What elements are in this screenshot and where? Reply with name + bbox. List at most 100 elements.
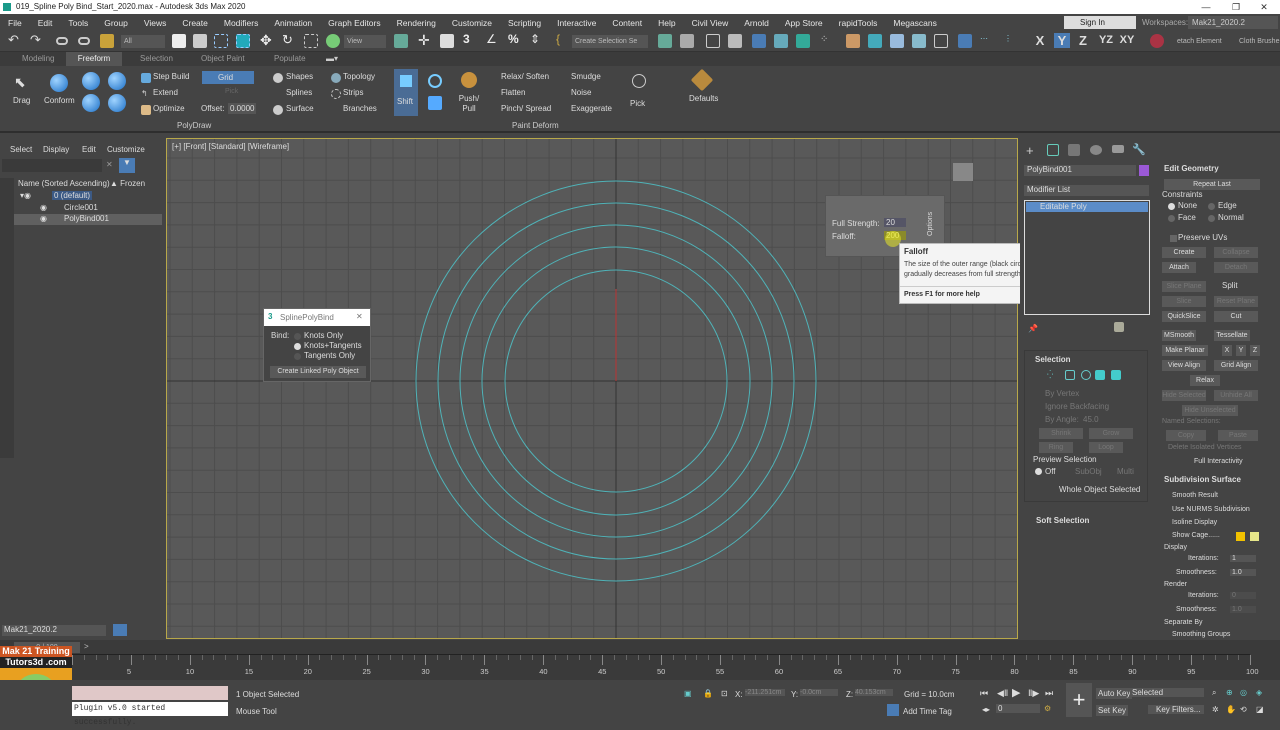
split-checkbox[interactable]: Split	[1222, 281, 1238, 290]
constraint-none-radio[interactable]	[1168, 203, 1175, 210]
restore-button[interactable]: ❐	[1222, 0, 1250, 14]
push-pull-button[interactable]: Push/ Pull	[458, 94, 480, 114]
menu-rendering[interactable]: Rendering	[389, 18, 444, 28]
constraint-normal-radio[interactable]	[1208, 215, 1215, 222]
selection-lock-icon[interactable]: 🔒	[703, 689, 713, 698]
key-filters-button[interactable]: Key Filters...	[1148, 705, 1204, 714]
next-frame-icon[interactable]: Ⅱ▶	[1028, 688, 1039, 699]
layer-explorer-icon[interactable]	[728, 34, 742, 48]
radio-knots-only[interactable]	[294, 333, 301, 340]
slice-plane-button[interactable]: Slice Plane	[1162, 281, 1206, 292]
preserve-uvs-checkbox[interactable]	[1170, 235, 1177, 242]
current-frame-field[interactable]: 0	[996, 704, 1040, 713]
unhide-all-button[interactable]: Unhide All	[1214, 390, 1258, 401]
slice-button[interactable]: Slice	[1162, 296, 1206, 307]
conform-relax-icon[interactable]	[108, 94, 126, 112]
brush-rotate-icon[interactable]	[428, 74, 442, 88]
keyboard-shortcut-icon[interactable]	[440, 34, 454, 48]
align-icon[interactable]	[680, 34, 694, 48]
menu-app-store[interactable]: App Store	[777, 18, 831, 28]
render-frame-icon[interactable]	[890, 34, 904, 48]
branches-button[interactable]: Branches	[343, 104, 377, 113]
reference-coord-dropdown[interactable]: View	[344, 35, 386, 48]
hierarchy-tab-icon[interactable]	[1068, 144, 1080, 156]
y-coordinate-field[interactable]: -0.0cm	[800, 689, 838, 696]
menu-group[interactable]: Group	[96, 18, 136, 28]
modify-tab-icon[interactable]	[1047, 144, 1059, 156]
full-interactivity-checkbox[interactable]: Full Interactivity	[1194, 458, 1243, 465]
tab-modeling[interactable]: Modeling	[22, 54, 54, 63]
scene-explorer-icon[interactable]	[706, 34, 720, 48]
ribbon-options-icon[interactable]: ▬▾	[326, 54, 338, 63]
axis-x-button[interactable]: X	[1032, 33, 1048, 48]
previous-frame-icon[interactable]: ◀Ⅱ	[997, 688, 1008, 699]
scale-icon[interactable]	[304, 34, 318, 48]
current-layer-dropdown[interactable]: Mak21_2020.2	[2, 625, 106, 636]
zoom-icon[interactable]: ⌕	[1212, 688, 1216, 698]
relax-button[interactable]: Relax	[1190, 375, 1220, 386]
expand-icon[interactable]: ▾◉	[20, 191, 31, 200]
tab-populate[interactable]: Populate	[274, 54, 306, 63]
zoom-extents-icon[interactable]: ◎	[1240, 688, 1247, 697]
element-icon[interactable]	[1111, 370, 1121, 380]
menu-arnold[interactable]: Arnold	[736, 18, 777, 28]
explorer-menu-customize[interactable]: Customize	[107, 145, 145, 154]
isolate-selection-icon[interactable]: ▣	[684, 689, 692, 698]
view-align-button[interactable]: View Align	[1162, 360, 1206, 371]
configure-sets-icon[interactable]	[1114, 322, 1124, 332]
hide-selected-button[interactable]: Hide Selected	[1162, 390, 1206, 401]
time-config-icon[interactable]: ⚙	[1044, 704, 1051, 713]
quickslice-button[interactable]: QuickSlice	[1162, 311, 1206, 322]
splines-button[interactable]: Splines	[286, 88, 312, 97]
timeline[interactable]: 0 / 100 > 510152025303540455055606570758…	[0, 640, 1280, 680]
menu-rapidtools[interactable]: rapidTools	[831, 18, 886, 28]
curve-editor-icon[interactable]	[774, 34, 788, 48]
brush-scale-icon[interactable]	[428, 96, 442, 110]
surface-button[interactable]: Surface	[286, 104, 314, 113]
render-setup-icon[interactable]	[868, 34, 882, 48]
z-coordinate-field[interactable]: 40.153cm	[855, 689, 893, 696]
dialog-close-button[interactable]: ✕	[356, 312, 363, 321]
key-mode-icon[interactable]: ◂▸	[982, 705, 990, 714]
axis-y-button[interactable]: Y	[1054, 33, 1070, 48]
detach-element-button[interactable]: etach Element	[1174, 35, 1230, 48]
angle-snap-icon[interactable]: ∠	[486, 32, 500, 46]
visibility-icon[interactable]: ◉	[40, 214, 47, 223]
ring-button[interactable]: Ring	[1039, 442, 1073, 453]
polygon-icon[interactable]	[1095, 370, 1105, 380]
add-time-tag-button[interactable]: Add Time Tag	[903, 707, 952, 716]
menu-graph-editors[interactable]: Graph Editors	[320, 18, 388, 28]
clear-search-icon[interactable]: ✕	[106, 160, 113, 169]
time-slider-next-icon[interactable]: >	[84, 642, 89, 651]
link-icon[interactable]	[56, 37, 68, 45]
offset-spinner[interactable]: 0.0000	[228, 103, 257, 114]
fov-icon[interactable]: ✲	[1212, 705, 1219, 714]
ignore-backfacing-checkbox[interactable]: Ignore Backfacing	[1045, 402, 1109, 411]
smoothing-groups-checkbox[interactable]: Smoothing Groups	[1172, 631, 1230, 638]
flatten-button[interactable]: Flatten	[501, 88, 525, 97]
show-cage-checkbox[interactable]: Show Cage......	[1172, 532, 1220, 539]
menu-civil-view[interactable]: Civil View	[684, 18, 737, 28]
step-build-button[interactable]: Step Build	[153, 72, 189, 81]
pinch-spread-button[interactable]: Pinch/ Spread	[501, 104, 551, 113]
loop-button[interactable]: Loop	[1089, 442, 1123, 453]
visibility-icon[interactable]: ◉	[40, 203, 47, 212]
viewport-label[interactable]: [+] [Front] [Standard] [Wireframe]	[172, 142, 289, 151]
column-header-name[interactable]: Name (Sorted Ascending)	[18, 179, 110, 188]
object-name-field[interactable]: PolyBind001	[1024, 165, 1136, 176]
named-selection-set-dropdown[interactable]: Create Selection Se	[572, 35, 648, 48]
repeat-last-button[interactable]: Repeat Last	[1164, 179, 1260, 190]
preview-off-radio[interactable]	[1035, 468, 1042, 475]
edge-icon[interactable]	[1065, 370, 1075, 380]
detach-button[interactable]: Detach	[1214, 262, 1258, 273]
explorer-menu-edit[interactable]: Edit	[82, 145, 96, 154]
menu-content[interactable]: Content	[604, 18, 650, 28]
axis-yz-button[interactable]: YZ	[1096, 34, 1116, 46]
maxscript-output[interactable]: Plugin v5.0 started successfully.	[72, 702, 228, 727]
planar-y-button[interactable]: Y	[1236, 345, 1246, 356]
preview-subobj-radio[interactable]: SubObj	[1075, 467, 1102, 476]
render-iterations-spinner[interactable]: 0	[1230, 592, 1256, 599]
snap-points-icon[interactable]: ⋯	[980, 34, 994, 48]
dope-sheet-icon[interactable]	[796, 34, 810, 48]
conform-button[interactable]: Conform	[44, 96, 75, 105]
